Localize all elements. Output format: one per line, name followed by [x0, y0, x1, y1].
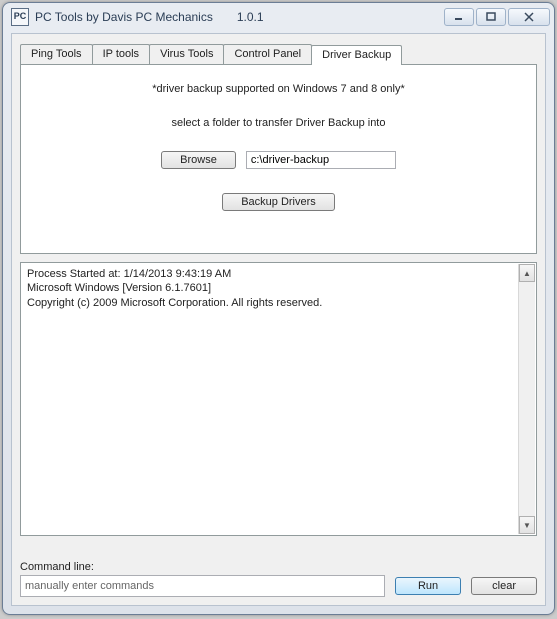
- minimize-button[interactable]: [444, 8, 474, 26]
- scroll-down-icon[interactable]: ▼: [519, 516, 535, 534]
- command-line-section: Command line: Run clear: [20, 561, 537, 597]
- main-window: PC PC Tools by Davis PC Mechanics 1.0.1 …: [2, 2, 555, 615]
- maximize-button[interactable]: [476, 8, 506, 26]
- command-line-label: Command line:: [20, 561, 537, 573]
- folder-path-input[interactable]: [246, 151, 396, 169]
- tab-virus-tools[interactable]: Virus Tools: [149, 44, 224, 64]
- tab-driver-backup[interactable]: Driver Backup: [311, 45, 402, 65]
- command-input[interactable]: [20, 575, 385, 597]
- backup-drivers-button[interactable]: Backup Drivers: [222, 193, 335, 211]
- instruction-text: select a folder to transfer Driver Backu…: [21, 95, 536, 129]
- tab-ip-tools[interactable]: IP tools: [92, 44, 151, 64]
- output-text: Process Started at: 1/14/2013 9:43:19 AM…: [21, 263, 536, 314]
- browse-button[interactable]: Browse: [161, 151, 236, 169]
- window-version: 1.0.1: [237, 10, 264, 24]
- client-area: Ping Tools IP tools Virus Tools Control …: [11, 33, 546, 606]
- run-button[interactable]: Run: [395, 577, 461, 595]
- window-title: PC Tools by Davis PC Mechanics: [35, 10, 213, 24]
- titlebar[interactable]: PC PC Tools by Davis PC Mechanics 1.0.1: [3, 3, 554, 31]
- app-icon: PC: [11, 8, 29, 26]
- tabstrip: Ping Tools IP tools Virus Tools Control …: [20, 44, 545, 64]
- scroll-up-icon[interactable]: ▲: [519, 264, 535, 282]
- driver-backup-panel: *driver backup supported on Windows 7 an…: [20, 64, 537, 254]
- window-controls: [444, 8, 550, 26]
- close-button[interactable]: [508, 8, 550, 26]
- scrollbar[interactable]: ▲ ▼: [518, 264, 535, 534]
- support-note: *driver backup supported on Windows 7 an…: [21, 65, 536, 95]
- clear-button[interactable]: clear: [471, 577, 537, 595]
- tab-control-panel[interactable]: Control Panel: [223, 44, 312, 64]
- tab-ping-tools[interactable]: Ping Tools: [20, 44, 93, 64]
- output-panel: Process Started at: 1/14/2013 9:43:19 AM…: [20, 262, 537, 536]
